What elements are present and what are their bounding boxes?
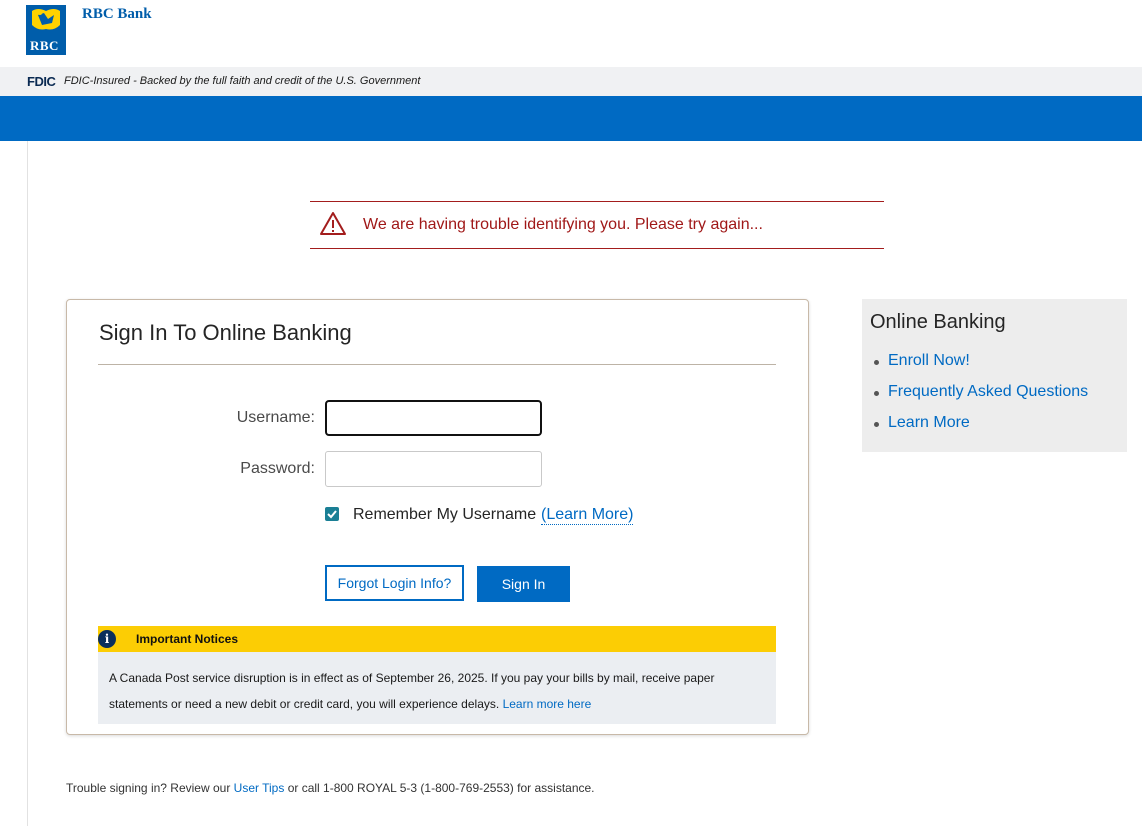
divider	[98, 364, 776, 365]
online-banking-panel: Online Banking Enroll Now! Frequently As…	[862, 299, 1127, 452]
password-label: Password:	[240, 460, 315, 477]
panel-links: Enroll Now! Frequently Asked Questions L…	[872, 352, 1088, 445]
enroll-now-link[interactable]: Enroll Now!	[872, 352, 1088, 383]
remember-checkbox[interactable]	[325, 507, 339, 521]
faq-link[interactable]: Frequently Asked Questions	[872, 383, 1088, 414]
footer-help: Trouble signing in? Review our User Tips…	[66, 781, 595, 795]
forgot-login-button[interactable]: Forgot Login Info?	[325, 565, 464, 601]
footer-prefix: Trouble signing in? Review our	[66, 781, 231, 795]
learn-more-link[interactable]: (Learn More)	[541, 506, 634, 525]
brand-name[interactable]: RBC Bank	[82, 6, 152, 23]
header: RBC RBC Bank	[0, 0, 1142, 67]
rbc-logo[interactable]: RBC	[26, 5, 66, 55]
notice-text: A Canada Post service disruption is in e…	[109, 665, 749, 717]
notice-title: Important Notices	[136, 632, 239, 646]
warning-triangle-icon	[319, 211, 347, 237]
signin-card: Sign In To Online Banking Username: Pass…	[66, 299, 809, 735]
notice-body: A Canada Post service disruption is in e…	[98, 652, 776, 724]
footer-suffix: or call 1-800 ROYAL 5-3 (1-800-769-2553)…	[287, 781, 595, 795]
error-message: We are having trouble identifying you. P…	[363, 216, 763, 233]
panel-title: Online Banking	[870, 311, 1006, 333]
password-input[interactable]	[325, 451, 542, 487]
notice-message: A Canada Post service disruption is in e…	[109, 671, 715, 711]
user-tips-link[interactable]: User Tips	[234, 781, 285, 795]
notice-header: i Important Notices	[98, 626, 776, 652]
notice-learn-more-link[interactable]: Learn more here	[503, 697, 592, 711]
fdic-logo: FDIC	[27, 74, 56, 89]
fdic-text: FDIC-Insured - Backed by the full faith …	[64, 75, 421, 87]
info-icon: i	[98, 630, 116, 648]
nav-band	[0, 96, 1142, 141]
learn-more-panel-link[interactable]: Learn More	[872, 414, 1088, 445]
logo-text: RBC	[30, 38, 59, 53]
error-banner: We are having trouble identifying you. P…	[310, 201, 884, 249]
left-rule	[27, 141, 28, 826]
signin-title: Sign In To Online Banking	[99, 320, 352, 345]
remember-label[interactable]: Remember My Username	[353, 506, 536, 524]
username-label: Username:	[236, 409, 315, 426]
sign-in-button[interactable]: Sign In	[477, 566, 570, 602]
username-input[interactable]	[325, 400, 542, 436]
